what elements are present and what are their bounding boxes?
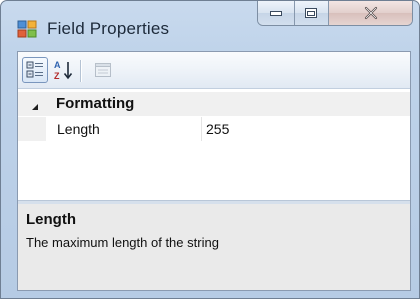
categorized-icon (26, 61, 43, 78)
field-properties-app-icon (17, 20, 37, 38)
help-title: Length (26, 211, 76, 228)
categorized-button[interactable] (22, 57, 48, 83)
help-description: The maximum length of the string (26, 235, 219, 250)
property-toolbar: A Z (18, 52, 410, 89)
property-value: 255 (206, 121, 230, 137)
property-name: Length (57, 121, 100, 137)
close-button[interactable] (329, 1, 412, 25)
title-bar[interactable]: Field Properties (1, 1, 419, 45)
category-label: Formatting (56, 95, 135, 112)
property-grid: Formatting Length 255 (18, 89, 410, 200)
property-pages-icon (95, 63, 111, 77)
maximize-button[interactable] (294, 1, 330, 25)
property-grid-panel: A Z Formatting Length 255 Length The max… (17, 51, 411, 291)
window-title: Field Properties (47, 19, 170, 38)
sort-alphabetical-button[interactable]: A Z (51, 57, 77, 83)
help-pane: Length The maximum length of the string (18, 204, 410, 290)
category-row-formatting[interactable]: Formatting (18, 92, 410, 116)
toolbar-separator (80, 60, 82, 82)
close-icon (364, 6, 377, 20)
property-pages-button[interactable] (90, 57, 116, 83)
svg-text:A: A (54, 60, 61, 70)
svg-text:Z: Z (54, 71, 60, 81)
sort-alphabetical-icon: A Z (54, 60, 73, 81)
property-row-length[interactable]: Length 255 (18, 117, 410, 141)
caption-buttons (257, 1, 413, 26)
property-value-field[interactable]: 255 (201, 117, 410, 141)
field-properties-window: Field Properties A Z Formatting Length 2… (0, 0, 420, 299)
minimize-icon (269, 11, 282, 16)
property-gutter (18, 117, 46, 141)
maximize-icon (305, 8, 318, 18)
minimize-button[interactable] (258, 1, 295, 25)
collapse-arrow-icon[interactable] (30, 99, 40, 110)
